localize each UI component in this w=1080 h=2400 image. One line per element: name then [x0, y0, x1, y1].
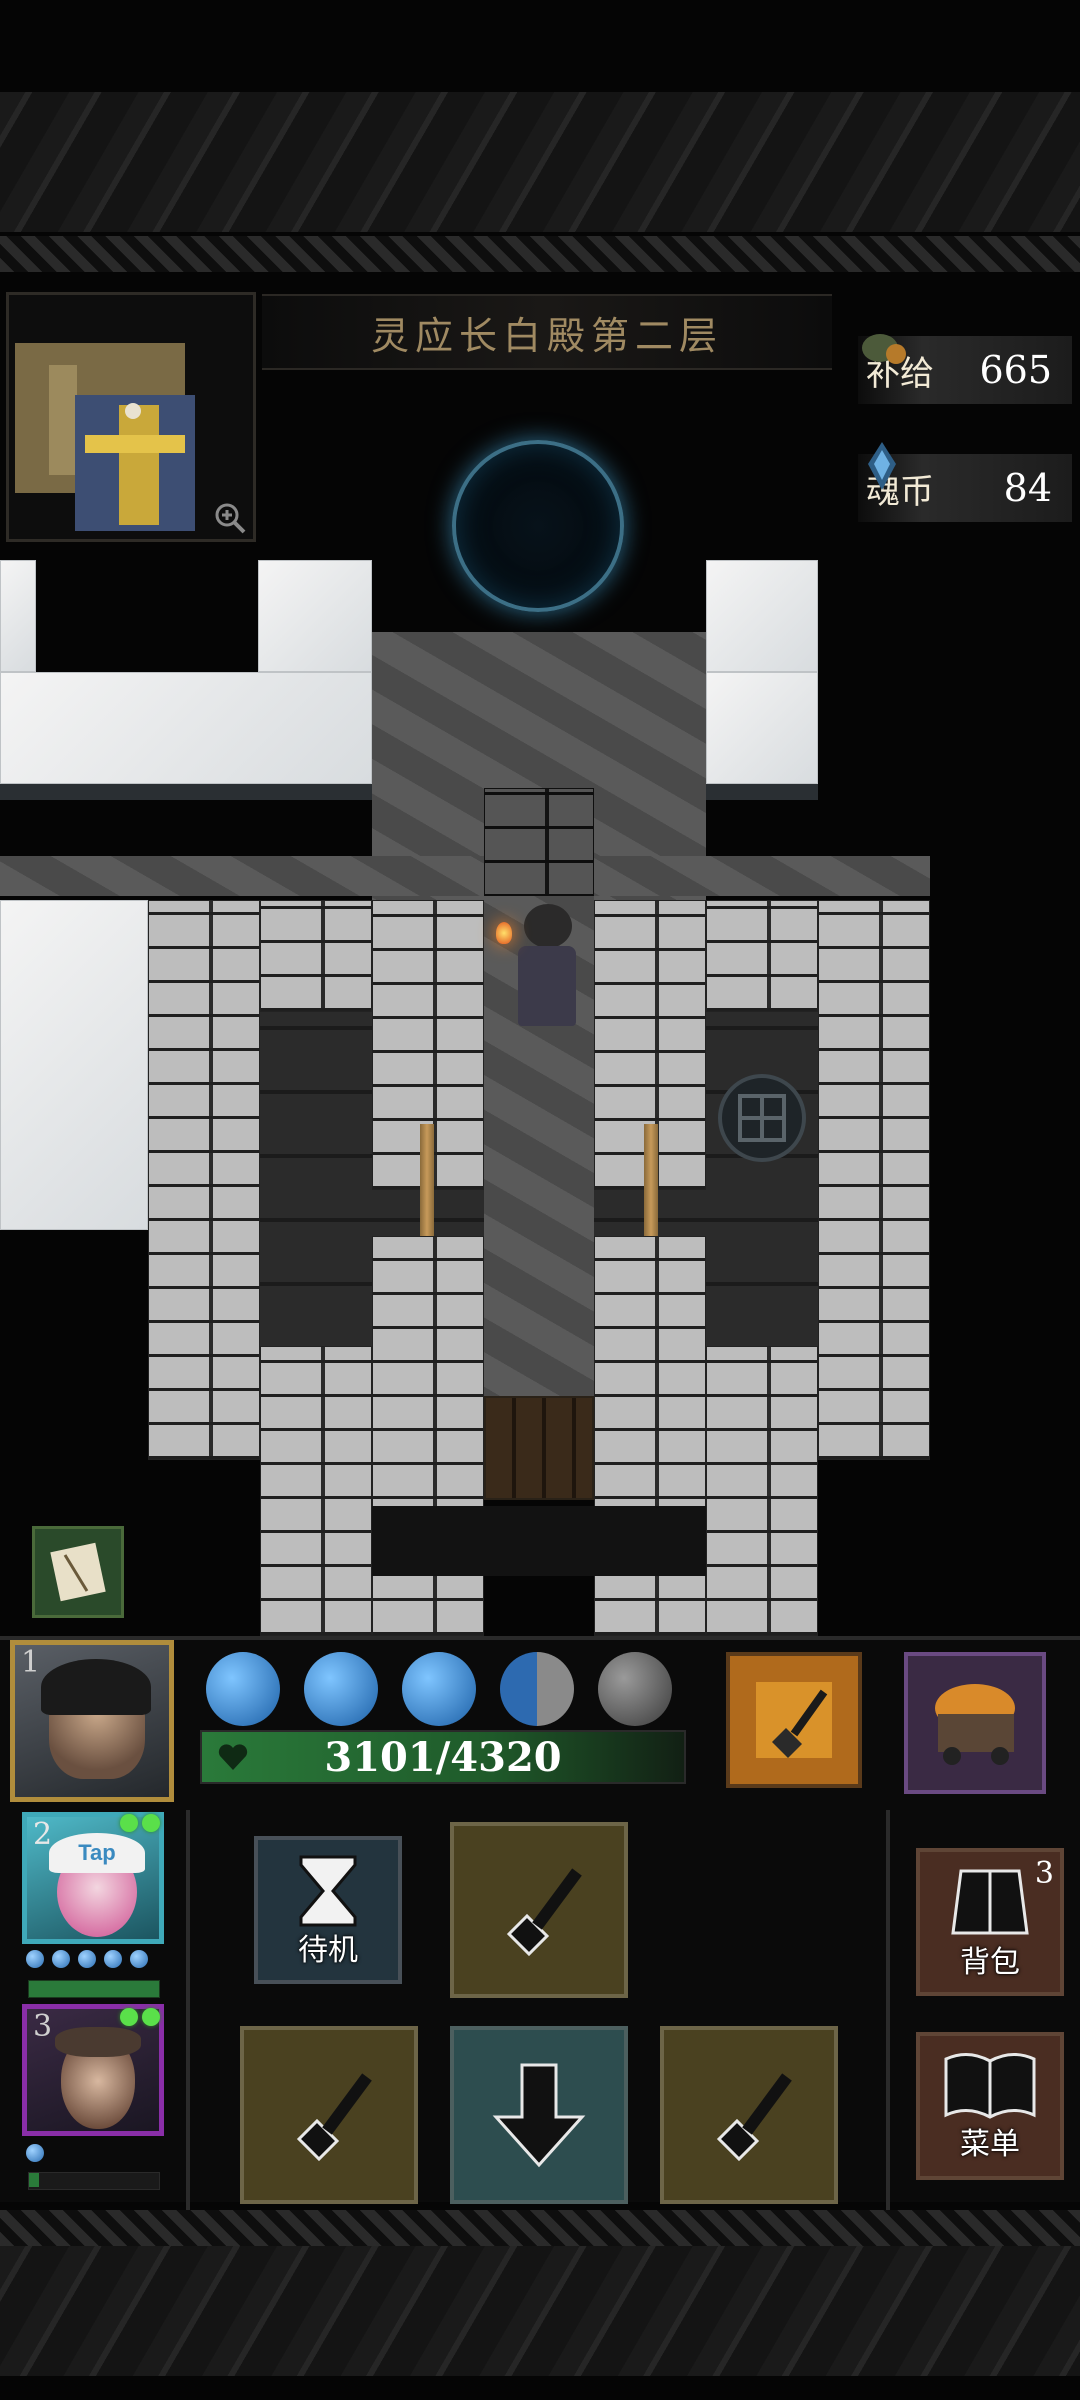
shovel-icon	[716, 2073, 792, 2162]
slot-3-spirit-row	[26, 2144, 166, 2164]
standby-button[interactable]: 待机	[254, 1836, 402, 1984]
top-zigzag-border	[0, 236, 1080, 272]
spirit-orb-full-1	[206, 1652, 280, 1726]
player-marker	[125, 403, 141, 419]
corridor-wall	[484, 788, 594, 898]
shovel-icon	[296, 2073, 372, 2162]
spirit-orb-empty	[598, 1652, 672, 1726]
down-arrow-icon	[492, 2063, 586, 2168]
slot-3-hp-bar	[28, 2172, 160, 2190]
scroll-item-button[interactable]	[32, 1526, 124, 1618]
soul-crystal-icon	[868, 442, 896, 490]
spirit-orb-bar	[206, 1652, 686, 1726]
shovel-icon	[506, 1868, 582, 1957]
soul-coin-value: 84	[1003, 466, 1052, 510]
seal-emblem-icon[interactable]	[716, 1072, 808, 1164]
top-carved-band	[0, 92, 1080, 232]
slot-3-status-dot-1	[120, 2008, 138, 2026]
backpack-count-badge: 3	[1034, 1856, 1054, 1891]
scroll-icon	[50, 1542, 106, 1602]
spirit-orb-half	[500, 1652, 574, 1726]
zoom-in-icon[interactable]	[213, 501, 247, 535]
dungeon-map	[0, 560, 1080, 1636]
slot-2-spirit-row	[26, 1950, 166, 1972]
supply-bag-icon	[862, 334, 906, 364]
menu-button[interactable]: 菜单	[916, 2032, 1064, 2180]
cart-icon	[935, 1684, 1015, 1765]
backpack-icon	[951, 1869, 1029, 1935]
shovel-icon	[756, 1682, 832, 1758]
cart-skill-button[interactable]	[904, 1652, 1046, 1794]
bottom-zigzag-border	[0, 2210, 1080, 2246]
move-down-button[interactable]	[450, 2026, 628, 2204]
spirit-orb-full-3	[402, 1652, 476, 1726]
backpack-label: 背包	[960, 1945, 1020, 1980]
dig-right-button[interactable]	[660, 2026, 838, 2204]
slot-2-hp-bar	[28, 1980, 160, 1998]
torch-flame-icon	[496, 922, 512, 944]
party-slot-1-portrait[interactable]: 1	[10, 1640, 174, 1802]
party-slot-3-portrait[interactable]: 3	[22, 2004, 164, 2136]
dig-up-button[interactable]	[450, 1822, 628, 1998]
shovel-skill-button[interactable]	[726, 1652, 862, 1788]
menu-label: 菜单	[960, 2127, 1020, 2162]
hp-value: 3101/4320	[324, 1733, 562, 1781]
slot-2-status-dot-1	[120, 1814, 138, 1832]
party-slot-2-portrait[interactable]: 2 Tap	[22, 1812, 164, 1944]
party-slot-3-number: 3	[33, 2009, 53, 2044]
party-slot-1-number: 1	[21, 1645, 41, 1680]
minimap[interactable]	[6, 292, 256, 542]
wooden-gate[interactable]	[484, 1396, 594, 1500]
dig-left-button[interactable]	[240, 2026, 418, 2204]
supply-value: 665	[979, 348, 1052, 392]
tap-cap-label: Tap	[49, 1833, 145, 1873]
spirit-orb-full-2	[304, 1652, 378, 1726]
hourglass-icon	[299, 1855, 357, 1927]
slot-2-status-dot-2	[142, 1814, 160, 1832]
game-screen: { "floor_title": "灵应长白殿第二层", "currency":…	[0, 0, 1080, 2400]
soul-coin-counter: 魂币 84	[858, 442, 1072, 522]
supply-counter: 补给 665	[858, 334, 1072, 404]
player-character	[496, 900, 590, 1036]
backpack-button[interactable]: 背包 3	[916, 1848, 1064, 1996]
slot-3-status-dot-2	[142, 2008, 160, 2026]
open-book-icon	[944, 2053, 1036, 2119]
standby-label: 待机	[298, 1933, 358, 1968]
floor-title: 灵应长白殿第二层	[262, 294, 832, 370]
bottom-carved-band	[0, 2246, 1080, 2376]
party-slot-2-number: 2	[33, 1817, 53, 1852]
